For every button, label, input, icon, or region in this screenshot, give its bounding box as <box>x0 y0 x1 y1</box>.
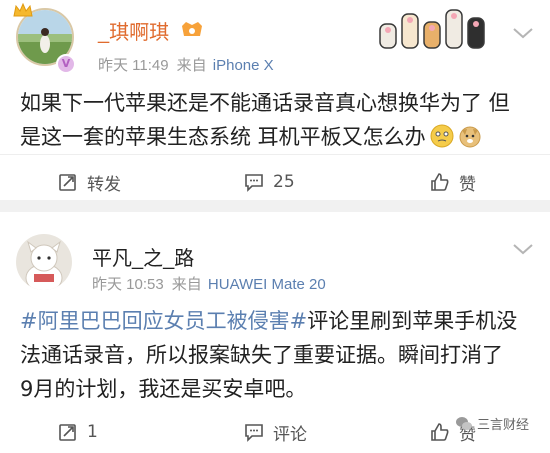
thumbs-up-icon <box>431 423 449 441</box>
watermark-text: 三言财经 <box>477 418 530 433</box>
content-line: 评论里刷到苹果手机没 <box>307 309 518 333</box>
repost-icon <box>59 174 76 191</box>
like-button[interactable]: 赞 <box>430 167 476 197</box>
content-line: 9月的计划，我还是买安卓吧。 <box>20 377 307 401</box>
divider <box>0 154 550 155</box>
repost-icon <box>59 424 76 441</box>
post-content: 如果下一代苹果还是不能通话录音真心想换华为了 但 是这一套的苹果生态系统 耳机平… <box>20 86 532 154</box>
doge-emoji-icon <box>459 126 481 148</box>
comment-icon <box>245 424 263 442</box>
comment-label: 评论 <box>273 424 307 445</box>
weibo-post-1: V _琪啊琪 昨天 11:49 来自 iPhone X 如果下一代苹果还是不能通话… <box>0 0 550 200</box>
comment-button[interactable]: 25 <box>244 167 295 197</box>
repost-label: 转发 <box>87 174 121 195</box>
crown-icon <box>13 2 33 17</box>
post-time: 昨天 10:53 <box>92 276 164 293</box>
username[interactable]: _琪啊琪 <box>98 16 169 45</box>
post-meta: 昨天 10:53 来自 HUAWEI Mate 20 <box>92 273 326 294</box>
cat-paw-decoration <box>379 9 485 49</box>
content-line: 如果下一代苹果还是不能通话录音真心想换华为了 但 <box>20 91 510 115</box>
username[interactable]: 平凡_之_路 <box>92 242 194 271</box>
post-source[interactable]: HUAWEI Mate 20 <box>208 276 326 293</box>
content-line: 法通话录音，所以报案缺失了重要证据。瞬间打消了 <box>20 343 503 367</box>
like-label: 赞 <box>459 174 476 195</box>
action-bar: 转发 25 赞 <box>0 167 550 197</box>
source-prefix: 来自 <box>171 276 202 293</box>
sweat-emoji-icon <box>430 124 454 148</box>
chevron-down-icon[interactable] <box>512 242 534 256</box>
vip-badge-icon <box>182 22 202 36</box>
content-line: 是这一套的苹果生态系统 耳机平板又怎么办 <box>20 125 426 149</box>
verified-badge-icon: V <box>56 54 76 74</box>
source-prefix: 来自 <box>176 57 207 74</box>
chevron-down-icon[interactable] <box>512 26 534 40</box>
post-time: 昨天 11:49 <box>98 57 169 74</box>
post-content: #阿里巴巴回应女员工被侵害#评论里刷到苹果手机没 法通话录音，所以报案缺失了重要… <box>20 304 532 406</box>
repost-count: 1 <box>87 422 98 442</box>
comment-count: 25 <box>273 172 295 192</box>
avatar[interactable] <box>16 234 72 290</box>
post-source[interactable]: iPhone X <box>213 57 274 74</box>
wechat-icon <box>456 416 472 430</box>
comment-button[interactable]: 评论 <box>244 417 307 447</box>
repost-button[interactable]: 1 <box>58 417 98 447</box>
comment-icon <box>245 174 263 192</box>
post-meta: 昨天 11:49 来自 iPhone X <box>98 54 274 75</box>
content-line-with-emoji: 是这一套的苹果生态系统 耳机平板又怎么办 <box>20 120 532 154</box>
content-line-with-topic: #阿里巴巴回应女员工被侵害#评论里刷到苹果手机没 <box>20 304 532 338</box>
repost-button[interactable]: 转发 <box>58 167 121 197</box>
post-separator <box>0 200 550 212</box>
thumbs-up-icon <box>431 173 449 191</box>
topic-link[interactable]: #阿里巴巴回应女员工被侵害# <box>20 309 307 333</box>
watermark: 三言财经 <box>455 414 529 433</box>
